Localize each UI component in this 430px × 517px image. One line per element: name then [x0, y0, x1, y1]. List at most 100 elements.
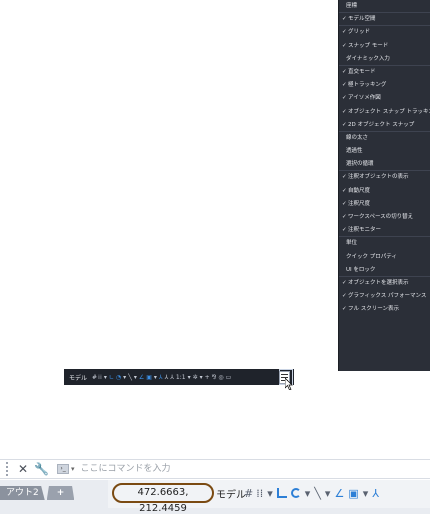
menu-item[interactable]: ✓ フル スクリーン表示	[339, 303, 430, 316]
menu-item[interactable]: クイック プロパティ	[339, 251, 430, 264]
menu-item[interactable]: ✓ モデル空間	[339, 13, 430, 27]
drag-handle-icon[interactable]	[6, 462, 12, 476]
isometric-dropdown-icon[interactable]: ▾	[325, 487, 331, 500]
menu-item-label: オブジェクト スナップ トラッキング	[348, 108, 430, 115]
command-history-dropdown-icon[interactable]: ▾	[71, 465, 75, 473]
menu-item-label: クイック プロパティ	[346, 253, 397, 260]
annotation-monitor-icon[interactable]: +	[205, 371, 210, 383]
menu-item[interactable]: ✓ ワークスペースの切り替え	[339, 211, 430, 224]
menu-item[interactable]: 線の太さ	[339, 132, 430, 145]
tab-layout2[interactable]: アウト2	[0, 486, 45, 500]
isolate-objects-icon[interactable]: ◎	[218, 371, 223, 383]
snap-dropdown-icon[interactable]: ▾	[267, 487, 273, 500]
menu-item-label: モデル空間	[348, 16, 376, 23]
menu-item[interactable]: 透過性	[339, 145, 430, 158]
command-input[interactable]	[80, 461, 381, 477]
workspace-dropdown-icon[interactable]: ▾	[200, 371, 203, 383]
autoscale-icon[interactable]: ⅄	[165, 371, 169, 383]
menu-item[interactable]: 選択の循環	[339, 158, 430, 172]
menu-item-label: ダイナミック入力	[346, 55, 390, 62]
fullscreen-icon[interactable]: ▭	[226, 371, 232, 383]
menu-item-label: グリッド	[348, 29, 371, 36]
menu-item[interactable]: ✓ グリッド	[339, 26, 430, 39]
snap-icon[interactable]: ⁞⁞	[98, 371, 102, 383]
object-snap-tracking-icon[interactable]: ∠	[334, 487, 344, 500]
object-snap-icon[interactable]: ▣	[146, 371, 152, 383]
polar-dropdown-icon[interactable]: ▾	[123, 371, 126, 383]
scale-dropdown-icon[interactable]: ▾	[188, 371, 191, 383]
snap-icon[interactable]: ⁞⁞	[256, 487, 263, 500]
menu-item-label: 自動尺度	[348, 187, 371, 194]
menu-item-label: アイソメ作図	[348, 95, 381, 102]
menu-item-label: UI をロック	[346, 266, 376, 273]
menu-item-label: フル スクリーン表示	[348, 306, 399, 313]
bottom-bar: アウト2 + 472.6663, 212.4459 モデル # ⁞⁞ ▾ ▾ ╲…	[0, 480, 430, 514]
menu-item-label: 注釈尺度	[348, 200, 371, 207]
annotation-visibility-icon[interactable]: ⅄	[159, 371, 163, 383]
menu-item[interactable]: ✓ グラフィックス パフォーマンス	[339, 290, 430, 303]
mini-status-bar: モデル # ⁞⁞ ▾ ∟ ◔ ▾ ╲ ▾ ∠ ▣ ▾ ⅄ ⅄ ⅄ 1:1 ▾ ✲…	[64, 369, 294, 385]
menu-item-label: ワークスペースの切り替え	[348, 214, 414, 220]
workspace-gear-icon[interactable]: ✲	[193, 371, 198, 383]
status-toggles: # ⁞⁞ ▾ ▾ ╲ ▾ ∠ ▣ ▾ ⅄	[244, 484, 383, 502]
polar-tracking-icon[interactable]: ◔	[116, 371, 121, 383]
coordinates-display[interactable]: 472.6663, 212.4459	[112, 483, 214, 514]
menu-item-label: 透過性	[346, 148, 363, 155]
polar-tracking-icon[interactable]	[290, 488, 301, 498]
status-bar: 472.6663, 212.4459 モデル # ⁞⁞ ▾ ▾ ╲ ▾ ∠ ▣ …	[108, 480, 430, 514]
menu-item-label: 2D オブジェクト スナップ	[348, 121, 415, 128]
units-icon[interactable]: ⅋	[212, 371, 217, 383]
menu-item[interactable]: ✓ スナップ モード	[339, 40, 430, 53]
ortho-icon[interactable]	[276, 488, 287, 498]
menu-item[interactable]: UI をロック	[339, 264, 430, 277]
osnap-dropdown-icon[interactable]: ▾	[154, 371, 157, 383]
snap-dropdown-icon[interactable]: ▾	[104, 371, 107, 383]
object-snap-icon[interactable]: ▣	[348, 487, 358, 500]
menu-item[interactable]: ✓ 注釈オブジェクトの表示	[339, 171, 430, 184]
menu-item-label: オブジェクトを選択表示	[348, 279, 409, 286]
menu-item-label: 極トラッキング	[348, 82, 387, 89]
command-prompt-icon[interactable]: ›_	[57, 464, 70, 474]
add-layout-tab-button[interactable]: +	[46, 486, 75, 500]
menu-item[interactable]: ✓ 自動尺度	[339, 185, 430, 198]
menu-item[interactable]: ✓ 2D オブジェクト スナップ	[339, 119, 430, 132]
osnap-dropdown-icon[interactable]: ▾	[363, 487, 369, 500]
menu-item-label: 直交モード	[348, 68, 376, 75]
menu-item[interactable]: 座標	[339, 0, 430, 14]
isometric-dropdown-icon[interactable]: ▾	[134, 371, 137, 383]
menu-item[interactable]: ✓ 注釈モニター	[339, 224, 430, 238]
isometric-icon[interactable]: ╲	[128, 371, 132, 383]
menu-item[interactable]: ダイナミック入力	[339, 53, 430, 66]
menu-item[interactable]: ✓ 極トラッキング	[339, 79, 430, 92]
menu-item[interactable]: ✓ アイソメ作図	[339, 92, 430, 105]
layout-tabs: アウト2 +	[0, 486, 76, 500]
wrench-icon[interactable]: 🔧	[34, 461, 49, 477]
menu-item[interactable]: ✓ 注釈尺度	[339, 198, 430, 211]
model-space-button[interactable]: モデル	[66, 371, 90, 383]
menu-item-label: 注釈モニター	[348, 227, 382, 234]
isometric-icon[interactable]: ╲	[314, 487, 321, 500]
annotation-scale-icon[interactable]: ⅄	[170, 371, 174, 383]
menu-item-label: 線の太さ	[346, 134, 369, 141]
menu-item-label: スナップ モード	[348, 42, 389, 49]
grid-icon[interactable]: #	[244, 487, 253, 500]
polar-dropdown-icon[interactable]: ▾	[305, 487, 311, 500]
mouse-cursor-icon	[285, 378, 293, 390]
menu-item-label: グラフィックス パフォーマンス	[348, 293, 427, 300]
ortho-icon[interactable]: ∟	[109, 371, 114, 383]
menu-item-label: 単位	[346, 240, 358, 247]
object-snap-tracking-icon[interactable]: ∠	[139, 371, 144, 383]
menu-item[interactable]: ✓ 直交モード	[339, 66, 430, 79]
model-space-button[interactable]: モデル	[216, 486, 246, 501]
grid-icon[interactable]: #	[92, 371, 97, 383]
close-icon[interactable]: ✕	[18, 461, 28, 477]
annotation-visibility-icon[interactable]: ⅄	[372, 487, 379, 500]
status-bar-customization-menu: 座標 ✓ モデル空間 ✓ グリッド ✓ スナップ モードダイナミック入力 ✓ 直交モード ✓ 極トラ…	[338, 0, 430, 371]
scale-label[interactable]: 1:1	[176, 371, 186, 383]
command-line: ✕ 🔧 ›_ ▾	[0, 459, 430, 479]
menu-item[interactable]: ✓オブジェクト スナップ トラッキング	[339, 106, 430, 119]
menu-item-label: 選択の循環	[346, 161, 374, 168]
menu-item-label: 座標	[346, 3, 358, 9]
menu-item[interactable]: 単位	[339, 237, 430, 250]
menu-item[interactable]: ✓ オブジェクトを選択表示	[339, 277, 430, 290]
